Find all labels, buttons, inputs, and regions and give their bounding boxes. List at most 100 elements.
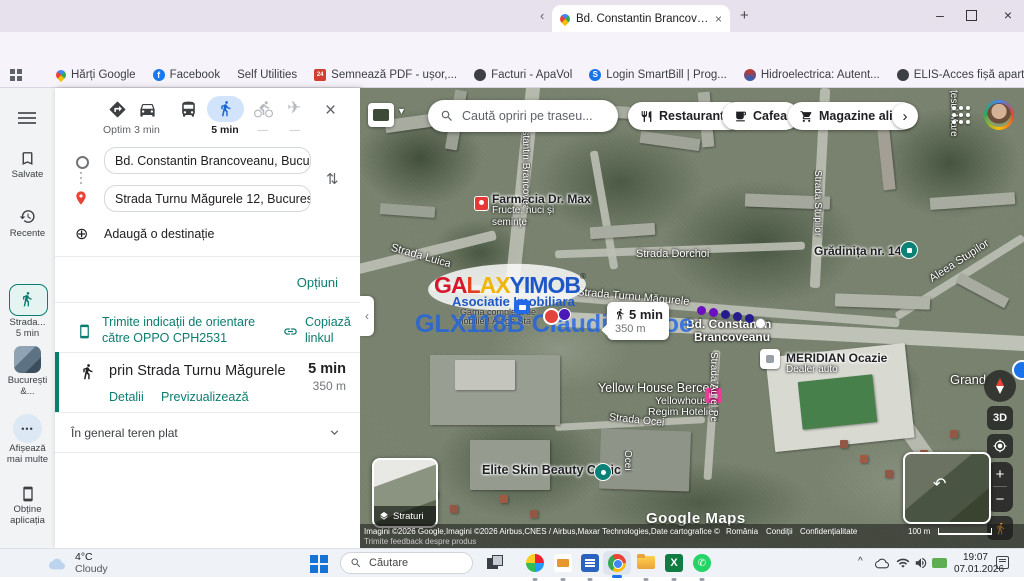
paint-app-icon[interactable] [526,554,544,572]
close-button[interactable]: × [993,7,1023,23]
start-button[interactable] [310,555,328,573]
mode-fly-icon[interactable]: ✈ [287,98,301,118]
bookmark-self-utilities[interactable]: Self Utilities [237,69,297,81]
weather-temp: 4°C [75,552,108,564]
chrome-active-highlight[interactable] [603,551,631,575]
bookmark-elis[interactable]: ELIS-Acces fișă aparta... [897,69,1024,81]
chips-more-icon[interactable]: › [892,103,918,129]
browser-tab[interactable]: Bd. Constantin Brancoveanu către × [552,5,730,32]
document-app-icon[interactable] [581,554,599,572]
onedrive-icon[interactable] [874,557,890,570]
volume-icon[interactable] [914,556,928,570]
mode-transit-icon[interactable] [179,100,198,119]
bookmark-hidroelectrica[interactable]: Hidroelectrica: Autent... [744,69,880,81]
attribution-link-romania[interactable]: România [726,527,758,536]
rail-city-thumbnail[interactable] [14,346,41,373]
map-label-gradinita[interactable]: Grădinița nr. 149 [814,244,908,258]
route-end-marker[interactable] [755,318,766,329]
saved-icon[interactable] [19,150,36,167]
dealer-marker[interactable] [760,349,780,369]
task-view-icon[interactable] [487,555,503,571]
map-label-fruits[interactable]: Fructe, nuci și semințe [492,205,558,228]
clock[interactable]: 19:07 07.01.2026 [954,552,988,575]
tray-chevron-icon[interactable]: ^ [858,556,863,567]
rail-city-sub: &... [0,387,55,398]
maximize-button[interactable] [966,10,977,21]
taskbar-search[interactable]: Căutare [340,552,473,574]
mode-best-icon[interactable] [108,100,127,119]
bookmark-pdf24[interactable]: 24Semnează PDF - ușor,... [314,69,457,81]
weather-condition: Cloudy [75,564,108,576]
new-tab-button[interactable]: + [740,7,749,24]
layers-button[interactable]: Straturi [372,458,438,528]
excel-icon[interactable]: X [665,554,683,572]
account-avatar[interactable] [984,100,1014,130]
route-time: 5 min [308,361,346,377]
show-more-icon[interactable]: ••• [13,414,42,443]
mode-bike-icon[interactable] [254,100,273,119]
school-marker[interactable] [900,241,918,259]
menu-icon[interactable] [17,110,37,126]
minimize-button[interactable]: – [925,7,955,23]
map-label-meridian[interactable]: MERIDIAN Ocazie [786,351,887,365]
bookmark-smartbill[interactable]: SLogin SmartBill | Prog... [589,69,727,81]
bookmark-maps[interactable]: Hărți Google [56,69,136,81]
route-preview-link[interactable]: Previzualizează [161,390,249,404]
my-location-button[interactable] [987,434,1013,458]
whatsapp-icon[interactable]: ✆ [693,554,711,572]
map-type-toggle[interactable] [368,103,394,127]
apps-grid-icon[interactable] [10,68,22,82]
shop-marker[interactable] [474,196,489,211]
file-explorer-icon[interactable] [637,554,655,572]
mode-walk-selected[interactable] [207,96,244,122]
beauty-marker[interactable] [594,463,612,481]
swap-icon[interactable]: ⇅ [326,170,339,188]
attribution-link-terms[interactable]: Condiții [766,527,793,536]
map-canvas[interactable]: Farmacia Dr. Max Fructe, nuci și semințe… [360,88,1024,548]
bookmark-facebook[interactable]: fFacebook [153,69,221,81]
building [380,203,436,218]
notification-center-icon[interactable] [996,556,1009,569]
origin-input[interactable]: Bd. Constantin Brancoveanu, București [104,147,311,174]
house [860,455,868,463]
send-to-phone-link[interactable]: Trimite indicații de orientare către OPP… [102,315,274,346]
route-details-link[interactable]: Detalii [109,390,144,404]
rail-recents-label[interactable]: Recente [0,229,55,240]
recents-icon[interactable] [19,208,36,225]
add-destination-icon[interactable]: ⊕ [75,224,88,244]
attribution-link-privacy[interactable]: Confidențialitate [800,527,857,536]
route-search-box[interactable]: Caută opriri pe traseu... [428,100,618,132]
battery-icon[interactable] [932,558,947,568]
mail-app-icon[interactable] [554,554,572,572]
streetview-thumbnail[interactable]: ↶ [903,452,991,524]
tab-scroll-icon[interactable]: ‹ [540,8,544,23]
get-app-icon[interactable] [20,486,36,502]
route-callout[interactable]: 5 min 350 m [607,302,669,340]
route-card[interactable]: prin Strada Turnu Măgurele 5 min 350 m D… [55,352,360,412]
mode-drive-icon[interactable] [138,100,157,119]
collapse-panel-tab[interactable]: ‹ [360,296,374,336]
google-apps-grid-icon[interactable] [952,106,970,124]
rail-active-trip[interactable] [9,284,48,316]
map-label-pharmacy[interactable]: Farmacia Dr. Max [492,192,591,206]
smartbill-icon: S [589,69,601,81]
3d-button[interactable]: 3D [987,406,1013,430]
tab-close-icon[interactable]: × [715,12,722,26]
rail-saved-label[interactable]: Salvate [0,170,55,181]
chrome-icon [613,559,623,569]
pdf24-icon: 24 [314,69,326,81]
map-type-caret-icon[interactable]: ▼ [397,106,406,116]
compass-control[interactable] [984,370,1016,402]
destination-input[interactable]: Strada Turnu Măgurele 12, București 077 [104,185,311,212]
search-icon [440,109,454,123]
chevron-down-icon[interactable] [327,425,342,440]
options-link[interactable]: Opțiuni [297,275,338,290]
wifi-icon[interactable] [896,556,910,570]
copy-link-button[interactable]: Copiază linkul [305,315,357,346]
bookmark-apavol[interactable]: Facturi - ApaVol [474,69,572,81]
route-dot [558,308,571,321]
add-destination-label[interactable]: Adaugă o destinație [104,227,215,241]
close-directions-icon[interactable]: × [325,100,336,122]
weather-widget[interactable]: 4°C Cloudy [46,552,108,575]
feedback-link[interactable]: Trimite feedback despre produs [364,537,476,546]
